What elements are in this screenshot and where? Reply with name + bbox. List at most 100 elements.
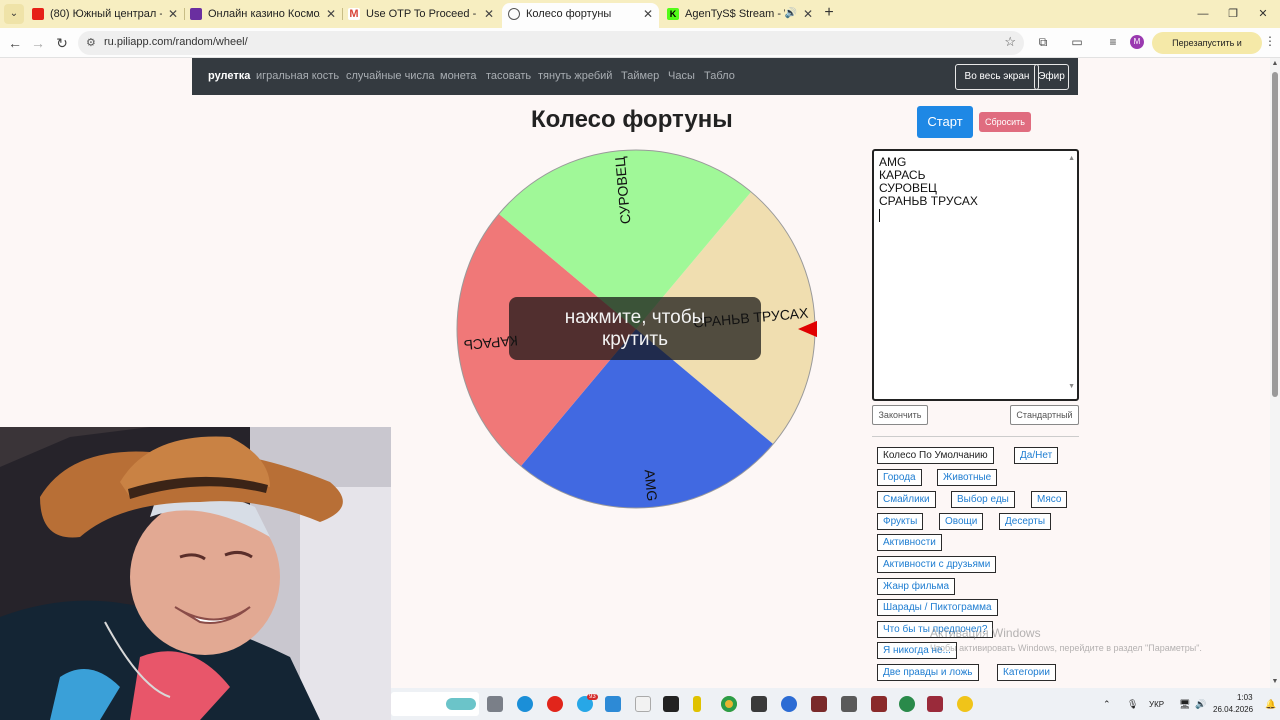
close-icon[interactable]: ✕	[326, 3, 336, 25]
nav-link-shuffle[interactable]: тасовать	[486, 70, 531, 82]
url-text: ru.piliapp.com/random/wheel/	[104, 36, 248, 48]
app-window-icon-3[interactable]	[871, 696, 887, 712]
preset-charades[interactable]: Шарады / Пиктограмма	[877, 599, 998, 616]
entries-textarea[interactable]: AMG КАРАСЬ СУРОВЕЦ СРАНЬВ ТРУСАХ ▲ ▼	[872, 149, 1079, 401]
speaker-icon[interactable]: 🔊	[785, 3, 797, 25]
close-icon[interactable]: ✕	[168, 3, 178, 25]
calculator-icon[interactable]	[751, 696, 767, 712]
app-round-icon[interactable]	[781, 696, 797, 712]
app-window-icon-4[interactable]	[927, 696, 943, 712]
windows-taskbar: 93 ⌃ 🎙 УКР 🖥 🔊 1:03 26.04.2026 🔔	[391, 688, 1280, 720]
nav-link-scoreboard[interactable]: Табло	[704, 70, 735, 82]
reset-button[interactable]: Сбросить	[979, 112, 1031, 132]
close-icon[interactable]: ✕	[484, 3, 494, 25]
language-indicator[interactable]: УКР	[1149, 700, 1164, 709]
preset-emoji[interactable]: Смайлики	[877, 491, 936, 508]
preset-movie-genre[interactable]: Жанр фильма	[877, 578, 956, 595]
reading-list-icon[interactable]: ▭	[1068, 35, 1086, 51]
profile-avatar[interactable]: M	[1130, 35, 1144, 49]
preset-food[interactable]: Выбор еды	[951, 491, 1015, 508]
broadcast-button[interactable]: Эфир	[1034, 64, 1069, 90]
bookmark-star-icon[interactable]: ☆	[1004, 34, 1016, 50]
tab-gmail[interactable]: M Use OTP To Proceed - mr.sgent ✕	[342, 3, 500, 25]
site-info-icon[interactable]: ⚙	[86, 36, 96, 49]
preset-activities[interactable]: Активности	[877, 534, 942, 551]
task-view-icon[interactable]	[487, 696, 503, 712]
nav-link-draw-lots[interactable]: тянуть жребий	[538, 70, 612, 82]
spin-overlay[interactable]: нажмите, чтобы крутить	[509, 297, 761, 360]
forward-button[interactable]: →	[28, 33, 48, 53]
fullscreen-button[interactable]: Во весь экран	[955, 64, 1039, 90]
start-button[interactable]: Старт	[917, 106, 973, 138]
clock-time[interactable]: 1:03	[1237, 693, 1253, 702]
relaunch-button[interactable]: Перезапустить и обновить	[1152, 32, 1262, 70]
maximize-button[interactable]: ❐	[1218, 4, 1248, 24]
obs-audio-icon[interactable]	[663, 696, 679, 712]
finish-button[interactable]: Закончить	[872, 405, 928, 425]
app-window-icon-1[interactable]	[811, 696, 827, 712]
volume-icon[interactable]: 🔊	[1195, 699, 1206, 710]
tab-youtube[interactable]: (80) Южный централ - Звёзды ✕	[26, 3, 184, 25]
kick-icon: K	[667, 8, 679, 20]
streamer-webcam-image	[0, 427, 391, 720]
tab-kick[interactable]: K AgenTyS$ Stream - Watch L 🔊 ✕	[661, 3, 819, 25]
preset-cities[interactable]: Города	[877, 469, 922, 486]
preset-vegetables[interactable]: Овощи	[939, 513, 984, 530]
clock-date[interactable]: 26.04.2026	[1213, 705, 1253, 714]
tab-wheel[interactable]: Колесо фортуны ✕	[502, 3, 659, 28]
scroll-down-arrow-icon[interactable]: ▼	[1271, 678, 1279, 685]
opera-icon[interactable]	[547, 696, 563, 712]
media-control-icon[interactable]: ≡	[1104, 35, 1122, 51]
menu-icon[interactable]: ⋮	[1264, 34, 1276, 48]
network-icon[interactable]: 🖥	[1179, 699, 1190, 710]
preset-meat[interactable]: Мясо	[1031, 491, 1068, 508]
nav-link-dice[interactable]: игральная кость	[256, 70, 339, 82]
preset-desserts[interactable]: Десерты	[999, 513, 1052, 530]
preset-two-truths[interactable]: Две правды и ложь	[877, 664, 979, 681]
back-button[interactable]: ←	[5, 33, 25, 53]
app-green-icon[interactable]	[899, 696, 915, 712]
reload-button[interactable]: ↻	[52, 33, 72, 53]
scrollbar-thumb[interactable]	[1272, 72, 1278, 397]
weather-widget-icon[interactable]	[446, 698, 476, 710]
youtube-icon	[32, 8, 44, 20]
chrome-icon[interactable]	[721, 696, 737, 712]
app-window-icon-2[interactable]	[841, 696, 857, 712]
address-bar[interactable]: ⚙ ru.piliapp.com/random/wheel/ ☆	[78, 31, 1024, 55]
standard-button[interactable]: Стандартный	[1010, 405, 1079, 425]
notepad-icon[interactable]	[635, 696, 651, 712]
scroll-up-arrow-icon[interactable]: ▲	[1271, 60, 1279, 67]
app-yellow-icon[interactable]	[957, 696, 973, 712]
scroll-down-icon[interactable]: ▼	[1068, 380, 1075, 393]
divider	[872, 436, 1079, 437]
monitor-app-icon[interactable]	[605, 696, 621, 712]
nav-link-roulette[interactable]: рулетка	[208, 70, 250, 82]
pin-icon[interactable]	[693, 696, 701, 712]
preset-animals[interactable]: Животные	[937, 469, 998, 486]
nav-link-clock[interactable]: Часы	[668, 70, 695, 82]
overlay-text-line2: крутить	[601, 329, 669, 350]
tab-title: Онлайн казино Космолот – Ли	[208, 8, 320, 20]
nav-link-coin[interactable]: монета	[440, 70, 477, 82]
preset-default-wheel[interactable]: Колесо По Умолчанию	[877, 447, 994, 464]
microphone-icon[interactable]: 🎙	[1127, 699, 1138, 710]
new-tab-button[interactable]: +	[820, 3, 838, 23]
tab-search-button[interactable]: ⌄	[4, 4, 24, 24]
preset-yes-no[interactable]: Да/Нет	[1014, 447, 1059, 464]
minimize-button[interactable]: —	[1188, 4, 1218, 24]
tab-casino[interactable]: Онлайн казино Космолот – Ли ✕	[184, 3, 342, 25]
close-icon[interactable]: ✕	[803, 3, 813, 25]
nav-link-random-numbers[interactable]: случайные числа	[346, 70, 434, 82]
close-icon[interactable]: ✕	[643, 3, 653, 25]
tray-expand-icon[interactable]: ⌃	[1103, 699, 1111, 710]
close-window-button[interactable]: ✕	[1248, 4, 1278, 24]
preset-friend-activities[interactable]: Активности с друзьями	[877, 556, 997, 573]
entry-line: СРАНЬВ ТРУСАХ	[879, 194, 978, 208]
edge-icon[interactable]	[517, 696, 533, 712]
preset-categories[interactable]: Категории	[997, 664, 1056, 681]
preset-fruits[interactable]: Фрукты	[877, 513, 924, 530]
extensions-icon[interactable]: ⧉	[1034, 35, 1052, 51]
scroll-up-icon[interactable]: ▲	[1068, 152, 1075, 165]
notification-bell-icon[interactable]: 🔔	[1265, 699, 1276, 710]
nav-link-timer[interactable]: Таймер	[621, 70, 659, 82]
